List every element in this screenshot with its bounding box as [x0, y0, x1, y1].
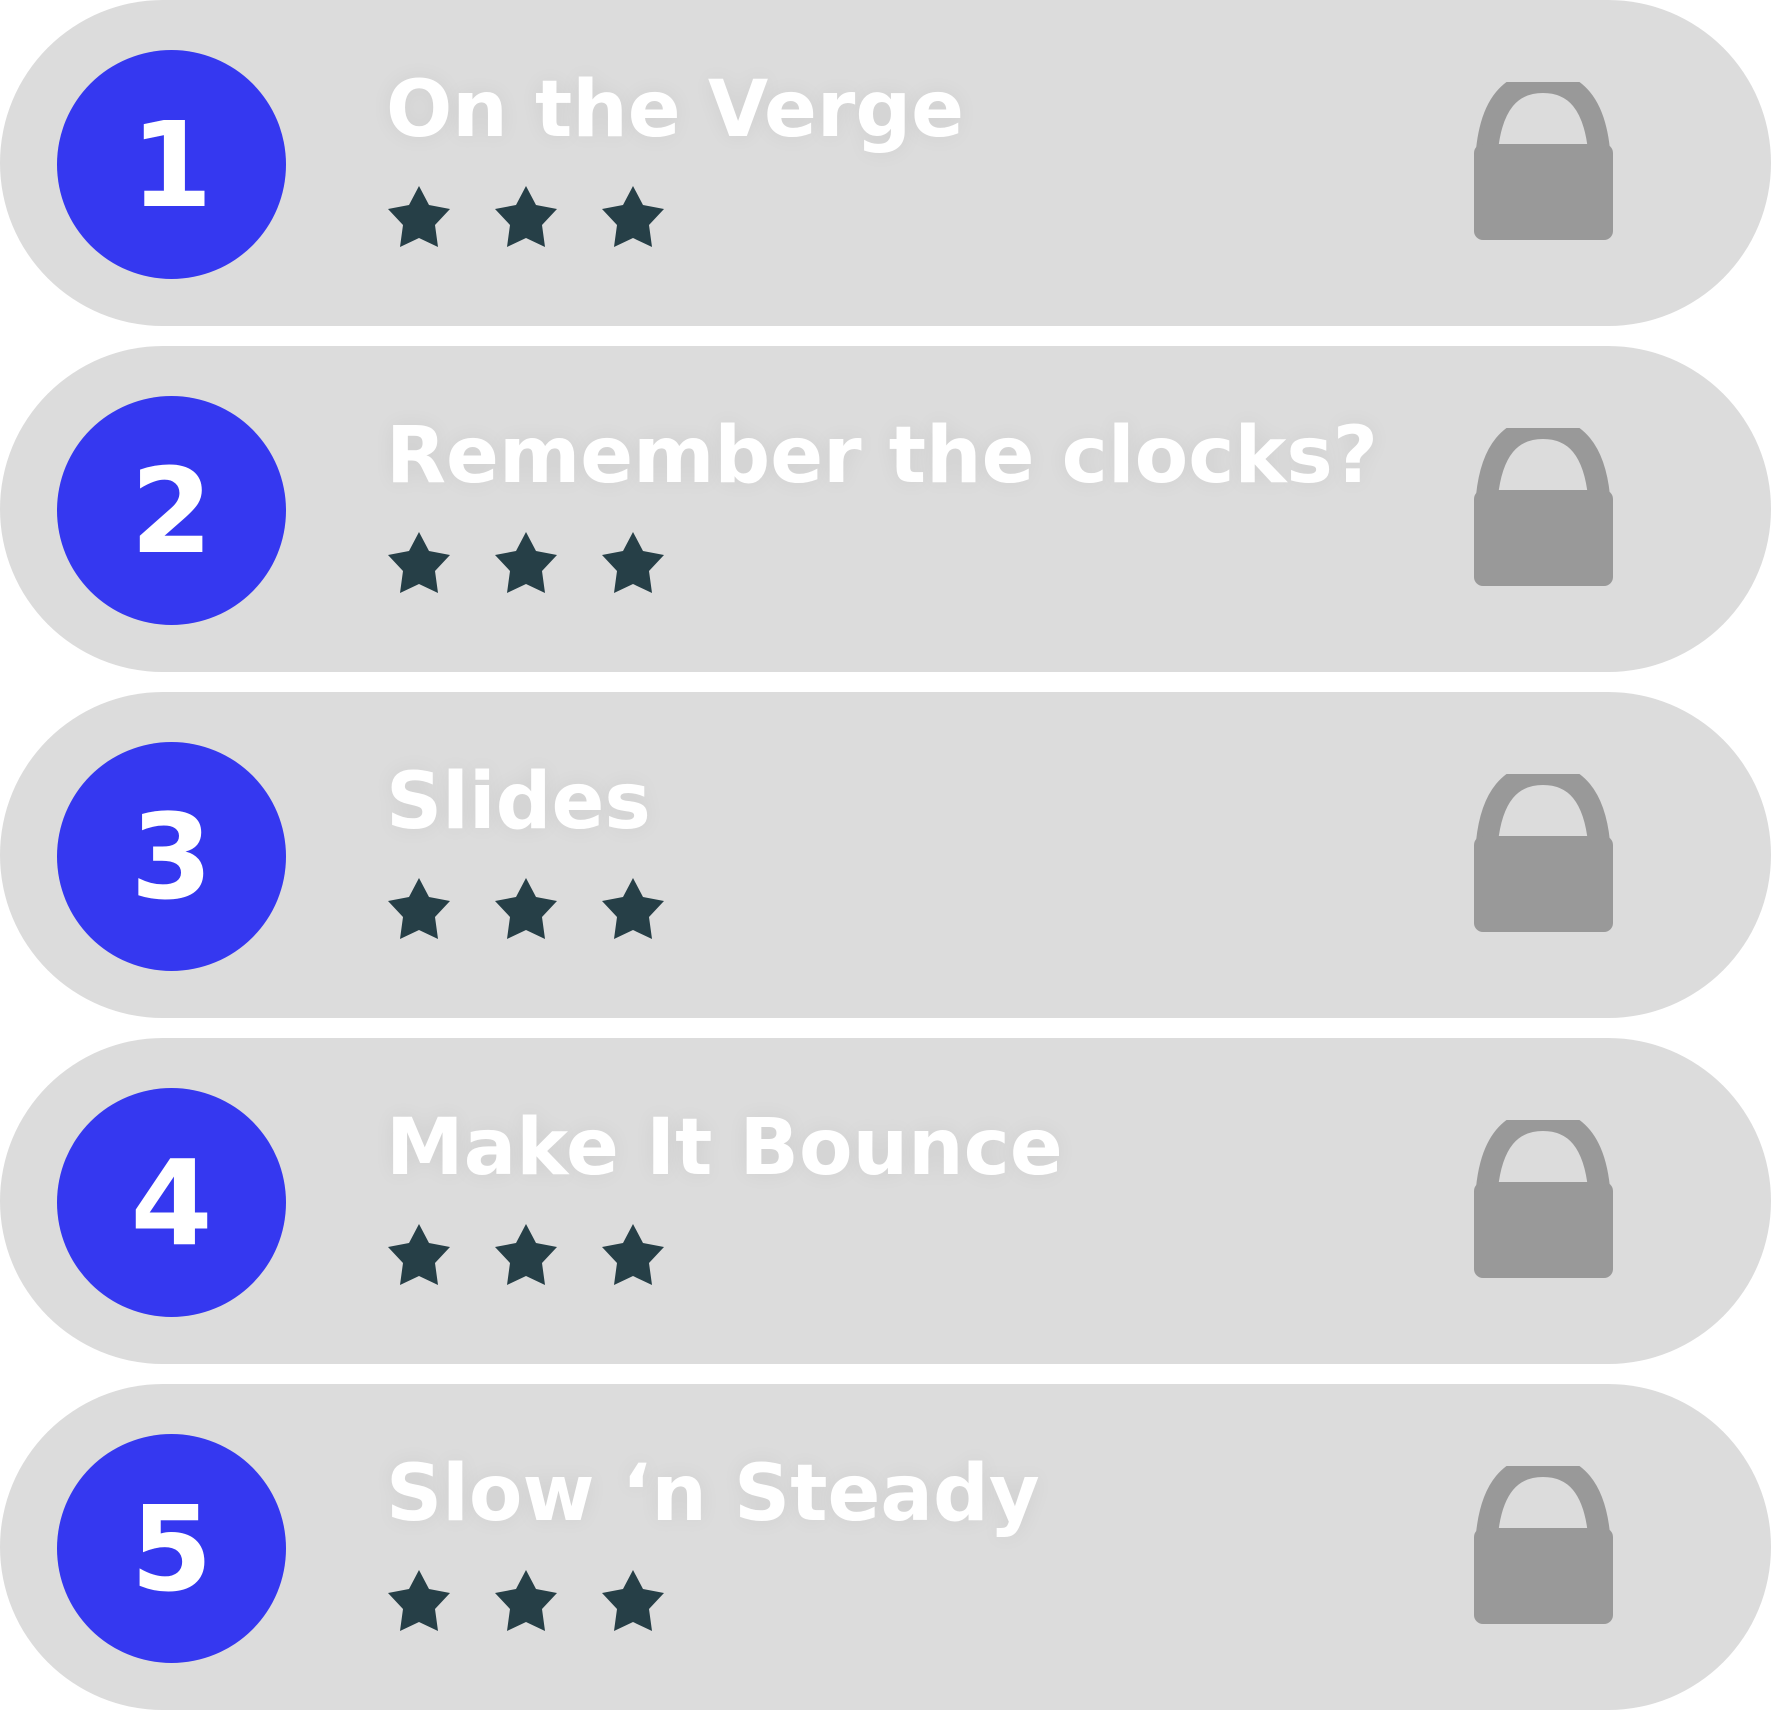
star-icon [388, 1224, 450, 1285]
level-number: 1 [130, 95, 213, 234]
star-rating [382, 530, 670, 604]
lock-icon [1474, 428, 1613, 586]
star-icon [495, 1570, 557, 1631]
star-icon [495, 186, 557, 247]
lock-icon [1474, 1466, 1613, 1624]
level-row-3[interactable]: 3 Slides [0, 692, 1771, 1018]
star-icon [388, 532, 450, 593]
lock-icon [1474, 1120, 1613, 1278]
star-icon [388, 186, 450, 247]
star-icon [602, 878, 664, 939]
level-title: Make It Bounce [386, 1103, 1063, 1193]
level-number: 4 [130, 1133, 213, 1272]
star-icon [495, 1224, 557, 1285]
star-icon [388, 878, 450, 939]
star-rating [382, 1568, 670, 1642]
star-icon [495, 532, 557, 593]
star-rating [382, 876, 670, 950]
level-number: 2 [130, 441, 213, 580]
level-number-badge: 5 [57, 1434, 286, 1663]
level-row-5[interactable]: 5 Slow ‘n Steady [0, 1384, 1771, 1710]
lock-icon [1474, 82, 1613, 240]
star-icon [602, 1570, 664, 1631]
level-number-badge: 4 [57, 1088, 286, 1317]
level-title: Slides [386, 757, 651, 847]
level-row-1[interactable]: 1 On the Verge [0, 0, 1771, 326]
star-icon [602, 1224, 664, 1285]
level-title: On the Verge [386, 65, 965, 155]
star-icon [388, 1570, 450, 1631]
level-number-badge: 1 [57, 50, 286, 279]
lock-icon [1474, 774, 1613, 932]
level-number-badge: 3 [57, 742, 286, 971]
star-icon [602, 532, 664, 593]
star-icon [495, 878, 557, 939]
level-number: 3 [130, 787, 213, 926]
level-row-4[interactable]: 4 Make It Bounce [0, 1038, 1771, 1364]
level-title: Remember the clocks? [386, 411, 1378, 501]
level-number-badge: 2 [57, 396, 286, 625]
level-list: 1 On the Verge 2 Remember the clocks? 3 … [0, 0, 1771, 1730]
level-number: 5 [130, 1479, 213, 1618]
star-icon [602, 186, 664, 247]
star-rating [382, 184, 670, 258]
level-row-2[interactable]: 2 Remember the clocks? [0, 346, 1771, 672]
star-rating [382, 1222, 670, 1296]
level-title: Slow ‘n Steady [386, 1449, 1040, 1539]
